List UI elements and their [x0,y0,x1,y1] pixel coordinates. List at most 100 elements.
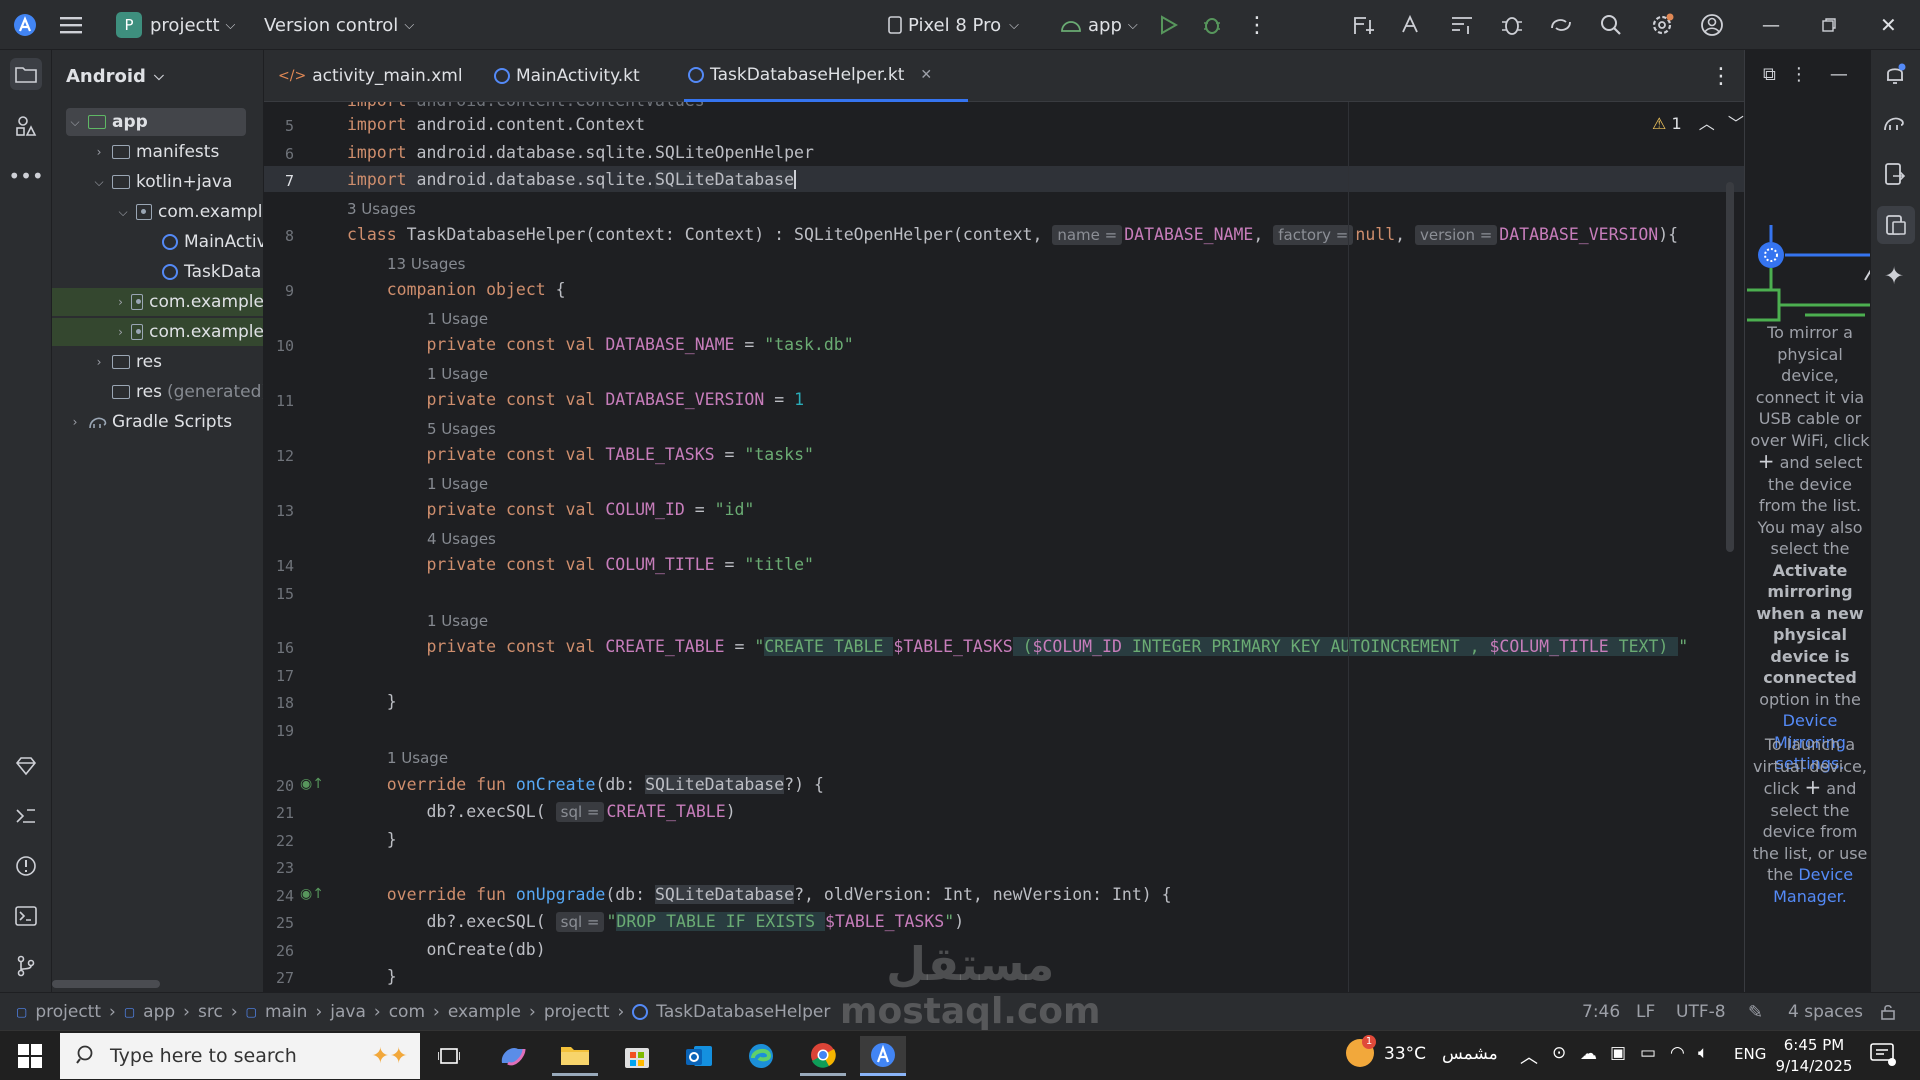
project-selector[interactable]: P projectt ⌵ [116,0,235,50]
notifications-icon[interactable] [1883,62,1907,90]
usages-hint[interactable]: 13 Usages [387,255,465,273]
volume-icon[interactable]: 🔈︎ [1698,1043,1708,1063]
android-studio-taskbar-icon[interactable] [860,1036,906,1076]
input-language[interactable]: ENG [1734,1045,1766,1063]
usages-hint[interactable]: 1 Usage [387,749,448,767]
vertical-scrollbar[interactable] [1726,182,1734,552]
layout-inspector-icon[interactable] [1450,0,1474,50]
tree-item-manifests[interactable]: › manifests [90,138,263,166]
usages-hint[interactable]: 1 Usage [427,310,488,328]
tree-item-kotlin-java[interactable]: ⌵ kotlin+java [90,168,263,196]
usages-hint[interactable]: 1 Usage [427,475,488,493]
running-devices-icon[interactable] [1877,206,1915,244]
breadcrumb-item[interactable]: main [265,1002,307,1022]
usages-hint[interactable]: 1 Usage [427,365,488,383]
device-manager-icon[interactable] [1883,162,1907,190]
override-gutter-icon[interactable]: ◉↑ [300,886,324,902]
indent-setting[interactable]: 4 spaces [1788,993,1863,1031]
tree-item-taskdatabasehelper[interactable]: TaskData [158,258,263,286]
sync-gradle-icon[interactable] [1548,0,1574,50]
device-selector[interactable]: Pixel 8 Pro ⌵ [888,0,1019,50]
open-external-icon[interactable]: ⧉ [1763,64,1776,85]
run-config-selector[interactable]: app ⌵ [1060,0,1138,50]
display-icon[interactable]: ▣ [1610,1043,1626,1063]
tree-item-res[interactable]: › res [90,348,263,376]
maximize-button[interactable] [1822,0,1836,50]
search-icon[interactable] [1600,0,1622,50]
tree-item-app[interactable]: ⌵ app [66,108,246,136]
weather-temperature[interactable]: 33°C [1384,1044,1426,1064]
battery-icon[interactable]: ▭ [1640,1043,1656,1063]
windows-start-icon[interactable] [18,1044,42,1072]
breadcrumb-item[interactable]: app [143,1002,175,1022]
weather-condition[interactable]: مشمس [1442,1044,1498,1064]
taskbar-search-box[interactable]: Type here to search ✦✦ [60,1033,420,1079]
close-window-button[interactable]: ✕ [1880,0,1897,50]
account-icon[interactable] [1700,0,1724,50]
wifi-icon[interactable]: ◠ [1670,1043,1685,1063]
tree-item-package[interactable]: › com.example [52,288,263,316]
breadcrumb-item[interactable]: java [330,1002,366,1022]
problems-icon[interactable] [10,850,42,882]
chevron-up-icon[interactable]: ︿ [1520,1043,1538,1069]
add-icon[interactable]: + [1758,449,1775,473]
inspection-widget[interactable]: ⚠ 1 ︿ ﹀ [1652,110,1744,134]
chevron-down-icon[interactable]: ﹀ [1728,114,1744,133]
breadcrumb-item[interactable]: TaskDatabaseHelper [656,1002,830,1022]
clock[interactable]: 6:45 PM 9/14/2025 [1774,1035,1854,1077]
minimize-button[interactable]: — [1762,0,1780,50]
resource-manager-icon[interactable] [10,110,42,142]
tab-activity-main-xml[interactable]: </> activity_main.xml [278,50,463,102]
notification-center-icon[interactable] [1870,1042,1896,1070]
project-view-selector[interactable]: Android ⌵ [52,50,263,102]
horizontal-scrollbar[interactable] [52,980,160,988]
chrome-icon[interactable] [800,1036,846,1076]
settings-gear-icon[interactable] [1650,0,1674,50]
breadcrumb-item[interactable]: com [389,1002,425,1022]
panel-options-icon[interactable]: ⋮ [1790,64,1808,85]
translate-icon[interactable] [1400,0,1424,50]
tree-item-res-generated[interactable]: res (generated) [108,378,263,406]
breadcrumb-item[interactable]: example [448,1002,521,1022]
hide-panel-icon[interactable]: — [1830,64,1848,85]
outlook-icon[interactable] [676,1036,722,1076]
add-icon[interactable]: + [1804,775,1821,799]
tab-mainactivity-kt[interactable]: MainActivity.kt [490,50,640,102]
run-icon[interactable] [1160,0,1178,50]
tree-item-mainactivity[interactable]: MainActiv [158,228,263,256]
project-tool-folder-icon[interactable] [10,58,42,90]
usages-hint[interactable]: 5 Usages [427,420,496,438]
usages-hint[interactable]: 1 Usage [427,612,488,630]
version-control-icon[interactable] [10,950,42,982]
caret-position[interactable]: 7:46 [1582,993,1620,1031]
copilot-icon[interactable] [490,1036,536,1076]
breadcrumb-item[interactable]: src [198,1002,223,1022]
gemini-sparkle-icon[interactable]: ✦ [1884,262,1904,290]
tree-item-package[interactable]: ⌵ com.example [114,198,263,226]
tab-actions-icon[interactable]: ⋮ [1710,50,1732,102]
android-studio-logo-icon[interactable] [12,0,38,50]
main-menu-icon[interactable] [60,0,84,50]
bug-report-icon[interactable] [1500,0,1524,50]
onedrive-cloud-icon[interactable]: ☁ [1580,1044,1597,1064]
microsoft-store-icon[interactable] [614,1036,660,1076]
more-actions-icon[interactable]: ⋮ [1246,0,1268,50]
chevron-up-icon[interactable]: ︿ [1699,114,1715,133]
usages-hint[interactable]: 4 Usages [427,530,496,548]
terminal-icon[interactable] [10,900,42,932]
edge-icon[interactable] [738,1036,784,1076]
file-explorer-icon[interactable] [552,1036,598,1076]
breadcrumb-item[interactable]: projectt [544,1002,610,1022]
version-control-menu[interactable]: Version control ⌵ [264,0,414,50]
code-style-icon[interactable]: ✎ [1748,993,1763,1031]
override-gutter-icon[interactable]: ◉↑ [300,776,324,792]
file-encoding[interactable]: UTF-8 [1676,993,1726,1031]
breadcrumb-item[interactable]: projectt [35,1002,101,1022]
tree-item-package[interactable]: › com.example [52,318,263,346]
tray-app-icon[interactable]: ⊙ [1552,1043,1566,1063]
read-only-lock-icon[interactable] [1880,993,1896,1031]
task-view-icon[interactable] [426,1036,472,1076]
close-tab-icon[interactable]: ✕ [920,67,932,83]
gradle-tool-icon[interactable] [1883,112,1907,136]
app-quality-icon[interactable] [10,800,42,832]
